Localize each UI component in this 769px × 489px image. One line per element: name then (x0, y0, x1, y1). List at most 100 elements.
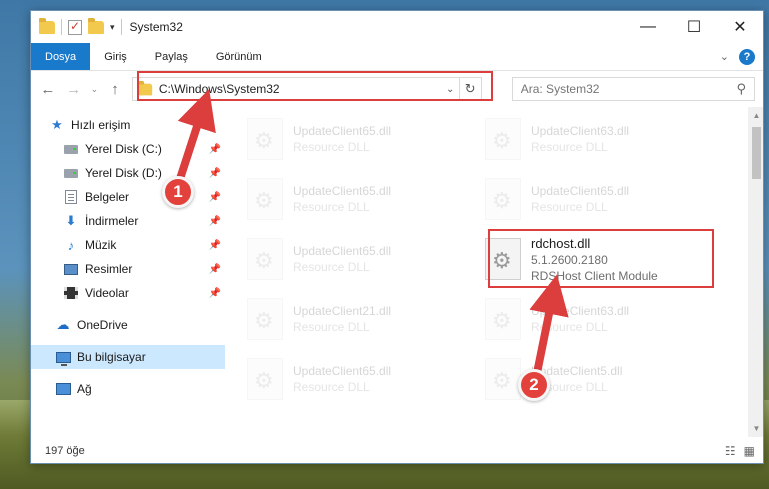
search-input[interactable] (520, 82, 721, 96)
file-description: Resource DLL (293, 260, 370, 274)
title-bar: ▾ System32 — ☐ ✕ (31, 11, 763, 43)
list-item[interactable]: UpdateClient65.dll Resource DLL (227, 109, 463, 169)
close-button[interactable]: ✕ (717, 11, 763, 43)
pin-icon[interactable]: 📌 (209, 240, 221, 251)
sidebar-item-videos[interactable]: Videolar 📌 (31, 281, 225, 305)
network-icon (55, 383, 71, 395)
file-name: UpdateClient63.dll (531, 304, 630, 318)
computer-icon (55, 351, 71, 366)
music-icon: ♪ (67, 237, 75, 253)
sidebar-item-local-disk-d[interactable]: Yerel Disk (D:) 📌 (31, 161, 225, 185)
sidebar-item-documents[interactable]: Belgeler 📌 (31, 185, 225, 209)
step-badge-2: 2 (518, 369, 550, 401)
list-item[interactable]: UpdateClient65.dll Resource DLL (227, 229, 463, 289)
sidebar-item-label: Belgeler (85, 190, 130, 204)
pin-icon[interactable]: 📌 (209, 144, 221, 155)
pin-icon[interactable]: 📌 (209, 288, 221, 299)
file-name: UpdateClient65.dll (293, 184, 392, 198)
divider (120, 19, 122, 35)
list-item[interactable]: UpdateClient63.dll Resource DLL (465, 109, 701, 169)
dll-file-icon (247, 358, 283, 400)
scrollbar-thumb[interactable] (752, 127, 761, 179)
documents-icon (65, 190, 77, 204)
scroll-up-icon[interactable]: ▲ (748, 107, 763, 124)
list-item[interactable]: UpdateClient5.dllResource DLL (465, 349, 701, 409)
sidebar-item-network[interactable]: Ağ (31, 377, 225, 401)
minimize-button[interactable]: — (625, 11, 671, 43)
dll-file-icon (485, 118, 521, 160)
pin-icon[interactable]: 📌 (209, 168, 221, 179)
pin-icon[interactable]: 📌 (209, 264, 221, 275)
navigation-pane: ★ Hızlı erişim Yerel Disk (C:) 📌 Yerel D… (31, 107, 225, 437)
list-item[interactable]: UpdateClient65.dll Resource DLL (465, 169, 701, 229)
tab-home[interactable]: Giriş (90, 43, 141, 70)
address-highlight-box (137, 71, 493, 101)
sidebar-item-this-pc[interactable]: Bu bilgisayar (31, 345, 225, 369)
dll-file-icon (485, 358, 521, 400)
pin-icon[interactable]: 📌 (209, 192, 221, 203)
file-name: UpdateClient63.dll (531, 124, 630, 138)
sidebar-item-pictures[interactable]: Resimler 📌 (31, 257, 225, 281)
list-item[interactable]: UpdateClient65.dll Resource DLL (227, 169, 463, 229)
new-folder-icon[interactable] (88, 17, 104, 34)
divider (61, 19, 62, 35)
tiles-view-icon[interactable]: ▦ (744, 444, 755, 458)
search-box[interactable]: ⚲ (511, 77, 755, 101)
list-item[interactable]: UpdateClient65.dll Resource DLL (227, 349, 463, 409)
cloud-icon: ☁ (56, 317, 70, 332)
file-description: Resource DLL (531, 140, 608, 154)
file-description: Resource DLL (293, 320, 370, 334)
sidebar-item-label: OneDrive (77, 318, 128, 332)
file-highlight-box (488, 229, 714, 288)
expand-ribbon-icon[interactable]: ⌄ (720, 50, 729, 63)
customize-toolbar-icon[interactable]: ▾ (110, 22, 115, 33)
forward-button[interactable]: → (65, 81, 83, 98)
dll-file-icon (247, 238, 283, 280)
file-name: UpdateClient65.dll (293, 364, 392, 378)
step-badge-1: 1 (162, 176, 194, 208)
file-name: UpdateClient65.dll (531, 184, 630, 198)
tab-share[interactable]: Paylaş (141, 43, 202, 70)
search-icon[interactable]: ⚲ (736, 81, 746, 97)
tab-file[interactable]: Dosya (31, 43, 91, 70)
file-description: Resource DLL (531, 320, 608, 334)
details-view-icon[interactable]: ☷ (725, 444, 736, 458)
back-button[interactable]: ← (39, 81, 57, 98)
sidebar-item-label: Hızlı erişim (71, 118, 131, 132)
sidebar-item-music[interactable]: ♪ Müzik 📌 (31, 233, 225, 257)
scroll-down-icon[interactable]: ▼ (748, 420, 763, 437)
recent-locations-icon[interactable]: ⌄ (91, 84, 99, 95)
status-bar: 197 öğe ☷ ▦ (31, 437, 763, 463)
drive-icon (64, 144, 78, 154)
properties-icon[interactable] (68, 19, 82, 35)
sidebar-item-local-disk-c[interactable]: Yerel Disk (C:) 📌 (31, 137, 225, 161)
file-description: Resource DLL (293, 200, 370, 214)
sidebar-item-label: Yerel Disk (D:) (85, 166, 162, 180)
maximize-button[interactable]: ☐ (671, 11, 717, 43)
up-button[interactable]: ↑ (106, 81, 124, 98)
file-description: Resource DLL (531, 200, 608, 214)
sidebar-item-downloads[interactable]: ⬇ İndirmeler 📌 (31, 209, 225, 233)
sidebar-item-label: Müzik (85, 238, 117, 252)
dll-file-icon (485, 298, 521, 340)
sidebar-item-quick-access[interactable]: ★ Hızlı erişim (31, 113, 225, 137)
file-name: UpdateClient21.dll (293, 304, 392, 318)
help-icon[interactable]: ? (739, 48, 755, 65)
sidebar-item-label: İndirmeler (85, 214, 139, 228)
sidebar-item-onedrive[interactable]: ☁ OneDrive (31, 313, 225, 337)
file-description: Resource DLL (293, 380, 370, 394)
vertical-scrollbar[interactable]: ▲ ▼ (748, 107, 763, 437)
dll-file-icon (247, 178, 283, 220)
ribbon-tabs: Dosya Giriş Paylaş Görünüm ⌄ ? (31, 43, 763, 71)
list-item[interactable]: UpdateClient21.dll Resource DLL (227, 289, 463, 349)
list-item[interactable]: UpdateClient63.dll Resource DLL (465, 289, 701, 349)
star-icon: ★ (51, 117, 63, 132)
file-name: UpdateClient65.dll (293, 124, 392, 138)
dll-file-icon (247, 118, 283, 160)
sidebar-item-label: Yerel Disk (C:) (85, 142, 162, 156)
downloads-icon: ⬇ (65, 213, 77, 228)
tab-view[interactable]: Görünüm (202, 43, 276, 70)
pin-icon[interactable]: 📌 (209, 216, 221, 227)
drive-icon (64, 168, 78, 178)
file-description: Resource DLL (293, 140, 370, 154)
